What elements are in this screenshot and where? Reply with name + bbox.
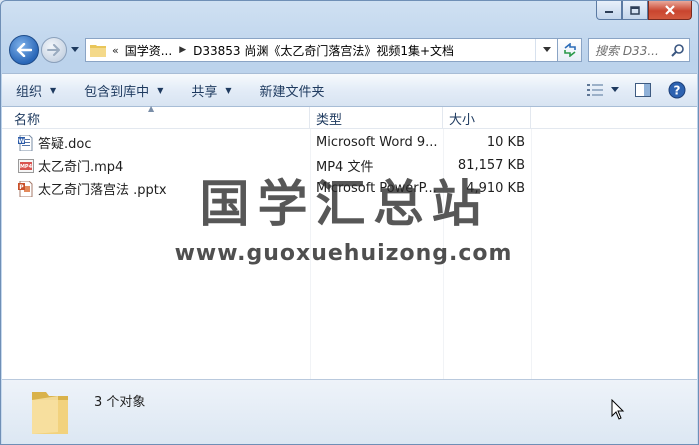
navigation-bar: « 国学资... ▶ D33853 尚渊《太乙奇门落宫法》视频1集+文档 搜索 … xyxy=(9,35,690,65)
search-icon[interactable] xyxy=(671,43,685,57)
close-button[interactable] xyxy=(648,1,692,20)
chevron-down-icon xyxy=(71,47,79,52)
svg-text:P: P xyxy=(19,184,24,191)
minimize-button[interactable] xyxy=(596,1,622,20)
back-button[interactable] xyxy=(9,35,39,65)
file-type: MP4 文件 xyxy=(316,160,374,175)
recent-pages-button[interactable] xyxy=(69,40,81,60)
folder-icon xyxy=(32,392,68,434)
share-label: 共享 xyxy=(191,84,218,100)
address-bar[interactable]: « 国学资... ▶ D33853 尚渊《太乙奇门落宫法》视频1集+文档 xyxy=(85,38,558,62)
file-row[interactable]: W 答疑.doc Microsoft Word 9... 10 KB xyxy=(2,131,697,154)
search-input[interactable]: 搜索 D33... xyxy=(595,42,659,59)
item-count: 3 个对象 xyxy=(94,395,146,410)
svg-text:MP4: MP4 xyxy=(20,164,33,170)
word-doc-icon: W xyxy=(18,134,33,151)
explorer-window: « 国学资... ▶ D33853 尚渊《太乙奇门落宫法》视频1集+文档 搜索 … xyxy=(0,0,699,445)
svg-text:W: W xyxy=(18,138,25,145)
powerpoint-file-icon: P xyxy=(18,180,33,197)
column-header-size-label: 大小 xyxy=(449,112,476,128)
organize-label: 组织 xyxy=(16,84,43,100)
change-view-button[interactable] xyxy=(583,78,623,102)
video-file-icon: MP4 xyxy=(18,158,34,173)
include-in-library-button[interactable]: 包含到库中 ▼ xyxy=(70,81,177,100)
file-row[interactable]: P 太乙奇门落宫法 .pptx Microsoft PowerP... 4,91… xyxy=(2,177,697,200)
svg-text:?: ? xyxy=(674,84,681,98)
preview-pane-icon xyxy=(635,83,651,97)
folder-icon xyxy=(90,45,106,57)
preview-pane-button[interactable] xyxy=(629,78,657,102)
include-in-library-label: 包含到库中 xyxy=(84,84,150,100)
help-button[interactable]: ? xyxy=(663,78,691,102)
maximize-button[interactable] xyxy=(622,1,648,20)
details-pane: 3 个对象 xyxy=(2,379,697,444)
file-size: 81,157 KB xyxy=(457,158,525,173)
new-folder-button[interactable]: 新建文件夹 xyxy=(246,81,339,100)
file-name-cell[interactable]: MP4 太乙奇门.mp4 xyxy=(2,156,310,175)
sort-ascending-icon: ▲ xyxy=(148,104,155,113)
arrow-right-icon xyxy=(47,44,60,56)
file-type: Microsoft PowerP... xyxy=(316,181,437,196)
breadcrumb-separator-icon[interactable]: ▶ xyxy=(179,45,186,55)
chevron-down-icon: ▼ xyxy=(157,85,164,95)
breadcrumb-item-current[interactable]: D33853 尚渊《太乙奇门落宫法》视频1集+文档 xyxy=(193,42,454,59)
organize-button[interactable]: 组织 ▼ xyxy=(2,81,70,100)
address-dropdown-button[interactable] xyxy=(535,39,557,61)
column-header-type-label: 类型 xyxy=(316,112,343,128)
file-row[interactable]: MP4 太乙奇门.mp4 MP4 文件 81,157 KB xyxy=(2,154,697,177)
column-header-filler xyxy=(531,107,697,129)
chevron-down-icon: ▼ xyxy=(225,85,232,95)
mouse-cursor-icon xyxy=(611,399,625,420)
chevron-down-icon xyxy=(542,47,551,52)
forward-button[interactable] xyxy=(41,37,67,63)
chevron-down-icon: ▼ xyxy=(50,85,57,95)
breadcrumb-item[interactable]: 国学资... xyxy=(125,42,172,59)
file-size: 4,910 KB xyxy=(466,181,525,196)
file-list: ▲ 名称 类型 大小 W 答疑.doc Microsoft Word 9... xyxy=(2,104,697,379)
close-icon xyxy=(665,5,675,15)
column-header-name[interactable]: ▲ 名称 xyxy=(2,104,310,129)
minimize-icon xyxy=(605,11,613,13)
file-size: 10 KB xyxy=(486,135,525,150)
command-bar: 组织 ▼ 包含到库中 ▼ 共享 ▼ 新建文件夹 ? xyxy=(2,73,697,107)
caption-buttons xyxy=(596,1,692,23)
file-name-cell[interactable]: P 太乙奇门落宫法 .pptx xyxy=(2,179,310,198)
column-header-type[interactable]: 类型 xyxy=(310,107,443,129)
details-view-icon xyxy=(587,84,603,96)
file-type: Microsoft Word 9... xyxy=(316,135,438,150)
column-headers: ▲ 名称 类型 大小 xyxy=(2,104,697,129)
watermark-url: www.guoxuehuizong.com xyxy=(174,241,513,266)
help-icon: ? xyxy=(668,81,686,99)
column-header-size[interactable]: 大小 xyxy=(443,107,531,129)
maximize-icon xyxy=(630,5,640,15)
file-rows: W 答疑.doc Microsoft Word 9... 10 KB MP4 太… xyxy=(2,131,697,200)
new-folder-label: 新建文件夹 xyxy=(259,84,325,100)
chevron-down-icon xyxy=(611,87,619,92)
breadcrumb-overflow[interactable]: « xyxy=(112,44,119,57)
arrow-left-icon xyxy=(16,43,32,57)
refresh-button[interactable] xyxy=(558,38,582,62)
file-name: 答疑.doc xyxy=(38,137,92,152)
file-name-cell[interactable]: W 答疑.doc xyxy=(2,133,310,152)
share-button[interactable]: 共享 ▼ xyxy=(177,81,245,100)
file-name: 太乙奇门.mp4 xyxy=(38,160,124,175)
search-box[interactable]: 搜索 D33... xyxy=(588,38,690,62)
file-name: 太乙奇门落宫法 .pptx xyxy=(38,183,167,198)
column-header-name-label: 名称 xyxy=(14,112,41,128)
refresh-icon xyxy=(563,43,576,57)
